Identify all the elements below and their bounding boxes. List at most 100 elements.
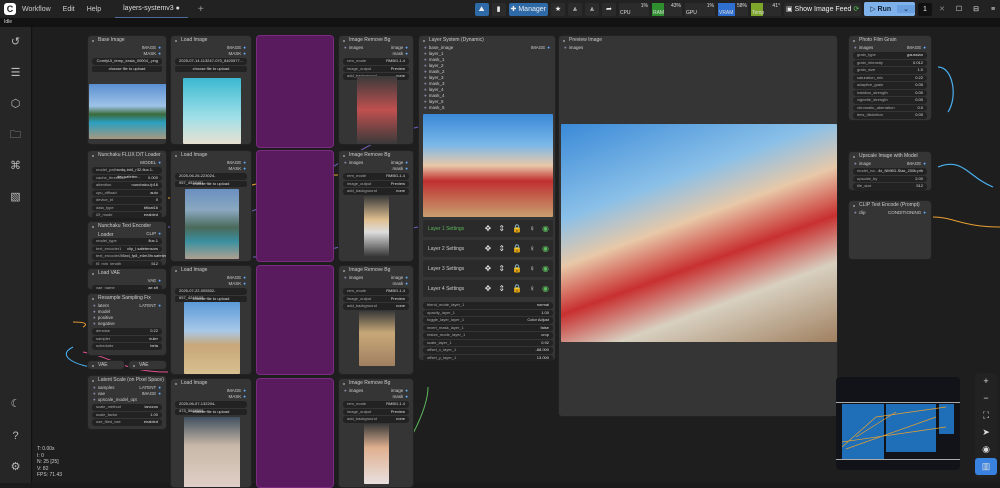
node-text-encoder-loader[interactable]: Nunchaku Text Encoder LoaderCLIPmodel_ty… [87, 221, 167, 266]
panel-icon[interactable]: ☐ [952, 3, 966, 16]
lock-icon[interactable]: 🔒 [512, 284, 522, 293]
node-layer-system[interactable]: Layer System (Dynamic)base_imageIMAGElay… [418, 35, 556, 361]
output-slot[interactable]: mask [393, 166, 408, 172]
node-load-image-3[interactable]: Load ImageIMAGEMASK2025-07-22-005502-657… [170, 265, 252, 375]
node-widget[interactable]: grain_size 1.0 [853, 67, 927, 74]
manager-button[interactable]: ✚ Manager [508, 2, 548, 16]
node-title[interactable]: Nunchaku Text Encoder Loader [88, 222, 166, 238]
node-title[interactable]: Image Remove Bg [339, 379, 413, 388]
show-image-feed-button[interactable]: ▣ Show Image Feed ⟳ [783, 2, 862, 16]
node-widget[interactable]: data_type bfloat16 [92, 204, 162, 211]
minimap-toggle-icon[interactable]: ▥ [975, 458, 997, 475]
input-slot[interactable]: negative [93, 321, 115, 327]
input-slot[interactable]: image [854, 161, 871, 167]
node-widget[interactable]: rem_mode RMBG-1.4 [343, 173, 409, 180]
run-button[interactable]: ▷ Run ⌄ [864, 2, 915, 16]
node-title[interactable]: Image Remove Bg [339, 151, 413, 160]
output-slot[interactable]: IMAGE [907, 161, 926, 167]
layer-widget[interactable]: scale_layer_1 0.92 [423, 339, 553, 346]
toggle-links-eye-icon[interactable]: ◉ [975, 441, 997, 458]
node-widget[interactable]: tile_size 512 [853, 183, 927, 190]
comfy-logo[interactable]: C [4, 3, 16, 15]
node-remove-bg-1[interactable]: Image Remove Bgimagesimagemaskrem_modeRM… [338, 35, 414, 145]
new-tab-button[interactable]: + [198, 4, 204, 15]
layer-widget[interactable]: offset_y_layer_1 13.000 [423, 354, 553, 360]
node-widget[interactable]: ComfyUI_temp_kxsia_00004_.png [92, 58, 162, 65]
node-latent-scale[interactable]: Latent Scale (on Pixel Space)samplesLATE… [87, 375, 167, 430]
output-slot[interactable]: MODEL [140, 160, 161, 166]
layer-thumbnail-icon[interactable]: ♀ [529, 244, 535, 253]
node-widget[interactable]: rem_mode RMBG-1.4 [343, 288, 409, 295]
node-flux-dit-loader[interactable]: Nunchaku FLUX DiT LoaderMODELmodel_paths… [87, 150, 167, 218]
output-slot[interactable]: CONDITIONING [888, 210, 926, 216]
node-widget[interactable]: sampler euler [92, 335, 162, 342]
node-widget[interactable]: 2025-06-26-223024-957_4532481... [175, 173, 247, 185]
node-upscale-image[interactable]: Upscale Image with Modelimage IMAGEmodel_… [848, 151, 932, 191]
layer-thumbnail-icon[interactable]: ♀ [529, 264, 535, 273]
queue-icon[interactable]: ☰ [8, 66, 23, 81]
lock-icon[interactable]: 🔒 [512, 264, 522, 273]
node-remove-bg-2[interactable]: Image Remove Bgimagesimagemaskrem_modeRM… [338, 150, 414, 262]
output-slot[interactable]: IMAGE [531, 45, 550, 51]
layer-settings-row[interactable]: Layer 2 Settings ✥ ⇕ 🔒 ♀ ◉ [423, 240, 553, 257]
node-widget[interactable]: vignette_strength 0.00 [853, 97, 927, 104]
output-slot[interactable]: IMAGE [142, 391, 161, 397]
star-icon[interactable]: ★ [550, 2, 565, 16]
output-slot[interactable]: MASK [229, 281, 246, 287]
zoom-out-icon[interactable]: − [975, 390, 997, 407]
node-title[interactable]: Latent Scale (on Pixel Space) [88, 376, 166, 385]
node-title[interactable]: Load Image [171, 36, 251, 45]
node-load-image-2[interactable]: Load ImageIMAGEMASK2025-06-26-223024-957… [170, 150, 252, 262]
node-widget[interactable]: i2f_mode enabled [92, 212, 162, 217]
node-widget[interactable]: halation_strength 0.00 [853, 89, 927, 96]
node-widget[interactable]: image_output Preview [343, 65, 409, 72]
output-slot[interactable]: MASK [144, 51, 161, 57]
reorder-icon[interactable]: ⇕ [498, 224, 505, 233]
input-slot[interactable]: images [344, 275, 364, 281]
node-title[interactable]: Photo Film Grain [849, 36, 931, 45]
layer-widget[interactable]: resize_mode_layer_1 crop [423, 332, 553, 339]
node-widget[interactable]: rem_mode RMBG-1.4 [343, 401, 409, 408]
input-slot[interactable]: upscale_model_opt [93, 397, 137, 403]
layer-thumbnail-icon[interactable]: ♀ [529, 284, 535, 293]
input-slot[interactable]: images [344, 160, 364, 166]
node-remove-bg-4[interactable]: Image Remove Bgimagesimagemaskrem_modeRM… [338, 378, 414, 488]
minimap[interactable] [836, 377, 960, 470]
layer-widget[interactable]: blend_mode_layer_1 normal [423, 302, 553, 309]
input-slot[interactable]: images [854, 45, 874, 51]
node-widget[interactable]: lens_distortion 0.00 [853, 112, 927, 119]
menu-edit[interactable]: Edit [63, 6, 75, 13]
model-library-folder-icon[interactable]: 🗀 [8, 128, 23, 143]
workflows-tree-icon[interactable]: ⌘ [8, 159, 23, 174]
node-load-image-4[interactable]: Load ImageIMAGEMASK2025-06-07-132204-473… [170, 378, 252, 488]
bypassed-node-2[interactable] [256, 150, 334, 262]
layer-settings-row[interactable]: Layer 3 Settings ✥ ⇕ 🔒 ♀ ◉ [423, 260, 553, 277]
node-widget[interactable]: vae_name ae.sft [92, 285, 162, 289]
menu-help[interactable]: Help [87, 6, 101, 13]
node-widget[interactable]: cpu_offload auto [92, 189, 162, 196]
node-widget[interactable]: attention nunchaku-fp16 [92, 182, 162, 189]
node-widget[interactable]: scale_method lanczos [92, 404, 162, 411]
node-vae-decode[interactable]: VAE Decode [128, 360, 167, 370]
node-widget[interactable]: chromatic_aberration 0.0 [853, 104, 927, 111]
logo-toggle-icon[interactable]: ⛰ [474, 2, 489, 16]
input-slot[interactable]: mask_5 [424, 105, 445, 111]
node-widget[interactable]: image_output Preview [343, 180, 409, 187]
move-icon[interactable]: ✥ [485, 244, 492, 253]
node-title[interactable]: Upscale Image with Model [849, 152, 931, 161]
node-title[interactable]: Nunchaku FLUX DiT Loader [88, 151, 166, 160]
node-widget[interactable]: denoise 0.22 [92, 328, 162, 335]
layer-widget[interactable]: offset_x_layer_1 -88.000 [423, 347, 553, 354]
visibility-eye-icon[interactable]: ◉ [542, 224, 549, 233]
layer-settings-row[interactable]: Layer 4 Settings ✥ ⇕ 🔒 ♀ ◉ [423, 280, 553, 297]
node-title[interactable]: VAE Encode [88, 361, 124, 369]
templates-image-icon[interactable]: ▧ [8, 190, 23, 205]
node-widget[interactable]: device_id 0 [92, 197, 162, 204]
node-load-image-1[interactable]: Load ImageIMAGEMASK2025-07-14-113247-070… [170, 35, 252, 145]
node-widget[interactable]: model_na... 4x_NMKD-Siax_200k.pth [853, 168, 927, 175]
node-photo-film-grain[interactable]: Photo Film Grainimages IMAGE grain_type gau… [848, 35, 932, 121]
node-widget[interactable]: 2025-07-14-113247-070_8420577... [175, 58, 247, 65]
node-widget[interactable]: add_background none [343, 188, 409, 195]
node-title[interactable]: Load Image [171, 379, 251, 388]
node-widget[interactable]: scale_factor 1.00 [92, 411, 162, 418]
